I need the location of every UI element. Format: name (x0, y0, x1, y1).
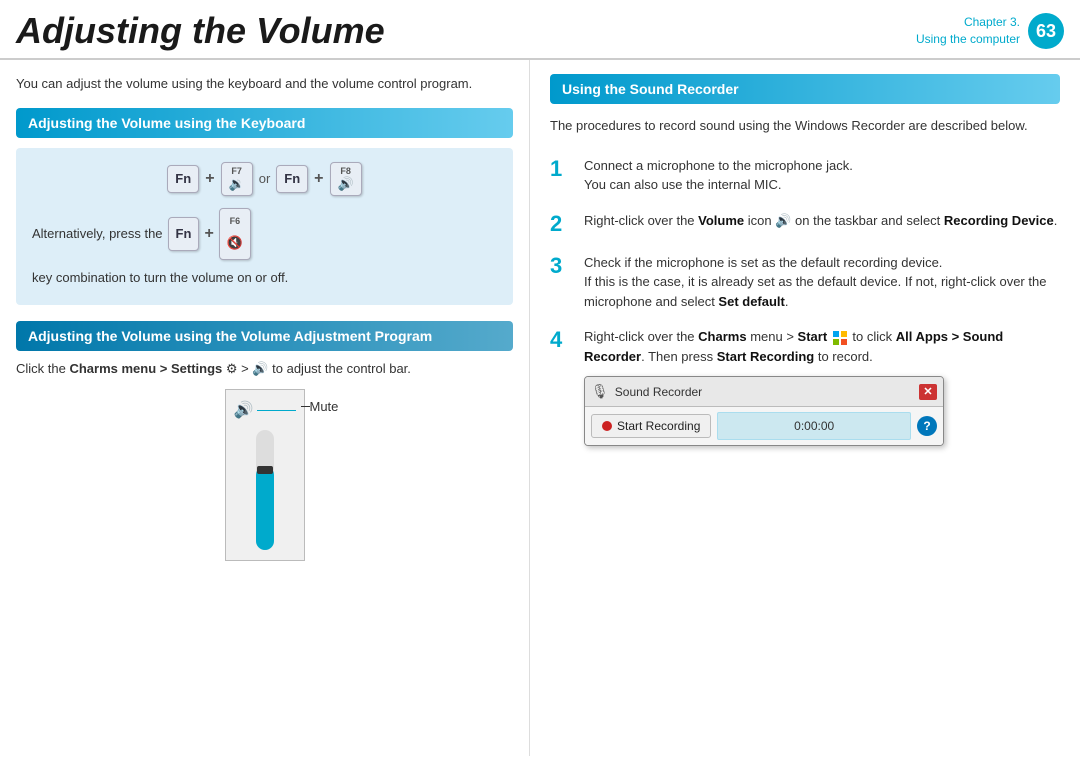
recorder-titlebar: 🎙 Sound Recorder ✕ (585, 377, 943, 407)
charms-text: Click the Charms menu > Settings ⚙ > 🔊 t… (16, 359, 513, 380)
mic-icon: 🎙 (591, 381, 609, 402)
page-title: Adjusting the Volume (16, 10, 385, 52)
step-number-4: 4 (550, 327, 572, 353)
windows-icon (833, 331, 847, 345)
plus-2: + (314, 170, 323, 188)
slider-thumb (257, 466, 273, 474)
mute-label: Mute (310, 399, 339, 414)
step-number-2: 2 (550, 211, 572, 237)
fn-key-2: Fn (276, 165, 308, 193)
keyboard-section-header: Adjusting the Volume using the Keyboard (16, 108, 513, 138)
f7-key: F7 🔉 (221, 162, 253, 196)
intro-text: You can adjust the volume using the keyb… (16, 74, 513, 94)
chapter-info: Chapter 3. Using the computer 63 (916, 13, 1064, 49)
alt-text-row: Alternatively, press the Fn + F6 🔇 key c… (32, 208, 497, 291)
step-2: 2 Right-click over the Volume icon 🔊 on … (550, 211, 1060, 237)
help-button[interactable]: ? (917, 416, 937, 436)
step-number-3: 3 (550, 253, 572, 279)
page-number: 63 (1028, 13, 1064, 49)
recorder-close-button[interactable]: ✕ (919, 384, 937, 400)
vol-line (257, 410, 295, 411)
recorder-intro: The procedures to record sound using the… (550, 116, 1060, 136)
f6-key: F6 🔇 (219, 208, 251, 260)
chapter-text: Chapter 3. Using the computer (916, 14, 1020, 48)
key-row-1: Fn + F7 🔉 or Fn + F8 🔊 (32, 162, 497, 196)
step-1: 1 Connect a microphone to the microphone… (550, 156, 1060, 195)
plus-1: + (205, 170, 214, 188)
step-content-2: Right-click over the Volume icon 🔊 on th… (584, 211, 1057, 231)
fn-key-3: Fn (168, 217, 200, 251)
plus-3: + (204, 218, 213, 250)
recorder-body: Start Recording 0:00:00 ? (585, 407, 943, 445)
recorder-title-text: Sound Recorder (615, 383, 702, 401)
vol-box: 🔊 (225, 389, 305, 561)
record-dot (602, 421, 612, 431)
step-content-4: Right-click over the Charms menu > Start… (584, 327, 1060, 446)
recorder-title-left: 🎙 Sound Recorder (591, 381, 702, 402)
f8-key: F8 🔊 (330, 162, 362, 196)
recorder-dialog: 🎙 Sound Recorder ✕ Start Recording 0:00:… (584, 376, 944, 446)
right-column: Using the Sound Recorder The procedures … (530, 60, 1080, 756)
slider-track (256, 430, 274, 550)
page-header: Adjusting the Volume Chapter 3. Using th… (0, 0, 1080, 60)
vol-icon-row: 🔊 (234, 400, 296, 420)
step-4: 4 Right-click over the Charms menu > Sta… (550, 327, 1060, 446)
mute-connector (301, 406, 310, 407)
step-content-1: Connect a microphone to the microphone j… (584, 156, 853, 195)
vol-speaker-icon: 🔊 (234, 400, 254, 420)
slider-fill (256, 466, 274, 550)
vol-adj-section: Adjusting the Volume using the Volume Ad… (16, 321, 513, 562)
sound-recorder-header: Using the Sound Recorder (550, 74, 1060, 104)
time-display: 0:00:00 (717, 412, 911, 440)
keyboard-section: Fn + F7 🔉 or Fn + F8 🔊 Alternatively, pr… (16, 148, 513, 305)
step-content-3: Check if the microphone is set as the de… (584, 253, 1060, 312)
vol-adj-header: Adjusting the Volume using the Volume Ad… (16, 321, 513, 351)
fn-key-1: Fn (167, 165, 199, 193)
or-text: or (259, 171, 271, 186)
step-number-1: 1 (550, 156, 572, 182)
main-content: You can adjust the volume using the keyb… (0, 60, 1080, 756)
start-recording-button[interactable]: Start Recording (591, 414, 711, 438)
step-3: 3 Check if the microphone is set as the … (550, 253, 1060, 312)
volume-illustration: 🔊 Mute (16, 389, 513, 561)
left-column: You can adjust the volume using the keyb… (0, 60, 530, 756)
